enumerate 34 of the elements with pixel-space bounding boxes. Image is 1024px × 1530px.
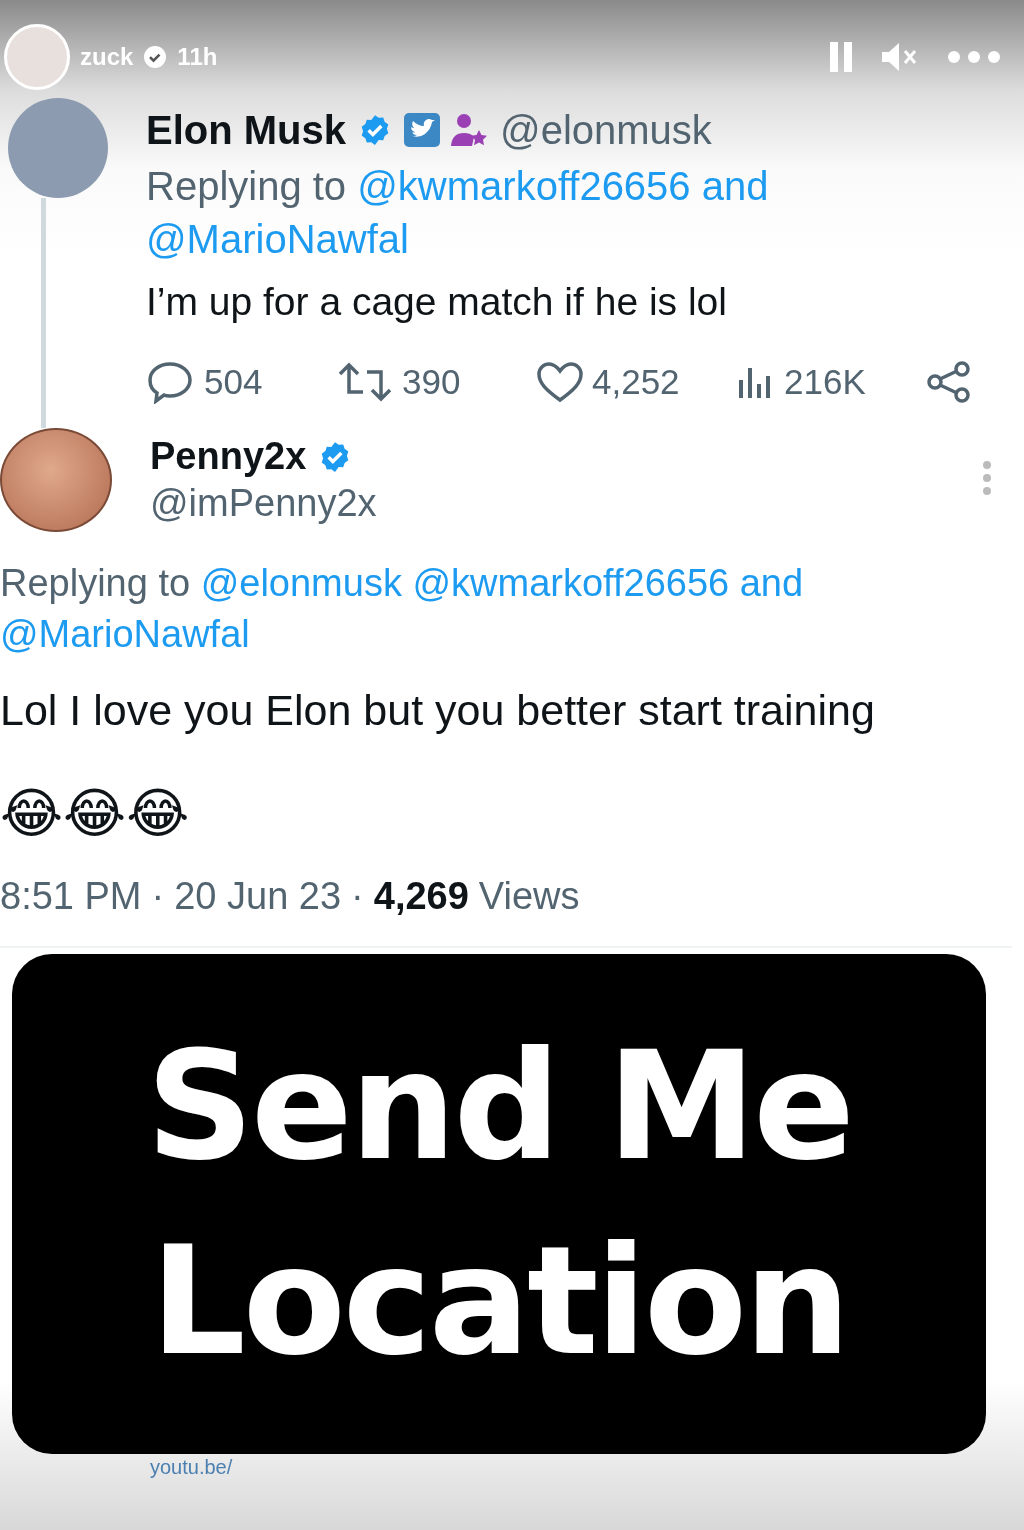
bird-badge-icon	[404, 113, 441, 147]
mention-link[interactable]: @elonmusk	[200, 562, 402, 605]
story-username[interactable]: zuck	[80, 43, 134, 71]
separator-dot: ·	[351, 874, 364, 918]
share-icon[interactable]	[926, 361, 972, 404]
reply-label: Replying to	[0, 562, 191, 605]
like-count: 4,252	[592, 362, 680, 403]
separator-dot: ·	[151, 874, 165, 918]
sticker-text: Location	[150, 1212, 848, 1390]
story-time: 11h	[177, 43, 218, 71]
views-count: 4,269	[373, 874, 469, 918]
retweet-count: 390	[402, 362, 461, 403]
mention-link[interactable]: @kwmarkoff26656 and	[357, 164, 769, 208]
tweet-text: I’m up for a cage match if he is lol	[146, 280, 728, 325]
views-count: 216K	[784, 362, 866, 403]
emoji-text: 😂😂😂	[0, 781, 190, 845]
author-name[interactable]: Penny2x	[150, 435, 307, 479]
author-handle[interactable]: @imPenny2x	[150, 482, 982, 526]
mention-link[interactable]: @MarioNawfal	[0, 612, 250, 655]
tweet-date: 20 Jun 23	[174, 874, 342, 918]
retweet-icon[interactable]	[336, 362, 394, 403]
reply-count: 504	[204, 362, 263, 403]
heart-icon[interactable]	[536, 361, 584, 404]
person-star-icon	[450, 113, 489, 147]
reply-label: Replying to	[146, 164, 347, 208]
mention-link[interactable]: @MarioNawfal	[146, 217, 409, 262]
views-label: Views	[478, 874, 580, 918]
tweet-time: 8:51 PM	[0, 874, 142, 918]
author-handle[interactable]: @elonmusk	[500, 107, 712, 153]
tweet-text: Lol I love you Elon but you better start training	[0, 685, 876, 737]
sticker-text: Send Me	[145, 1017, 853, 1195]
link-text[interactable]: youtu.be/	[0, 1455, 1024, 1479]
author-name[interactable]: Elon Musk	[146, 107, 347, 153]
mention-link[interactable]: @kwmarkoff26656 and	[412, 562, 804, 605]
